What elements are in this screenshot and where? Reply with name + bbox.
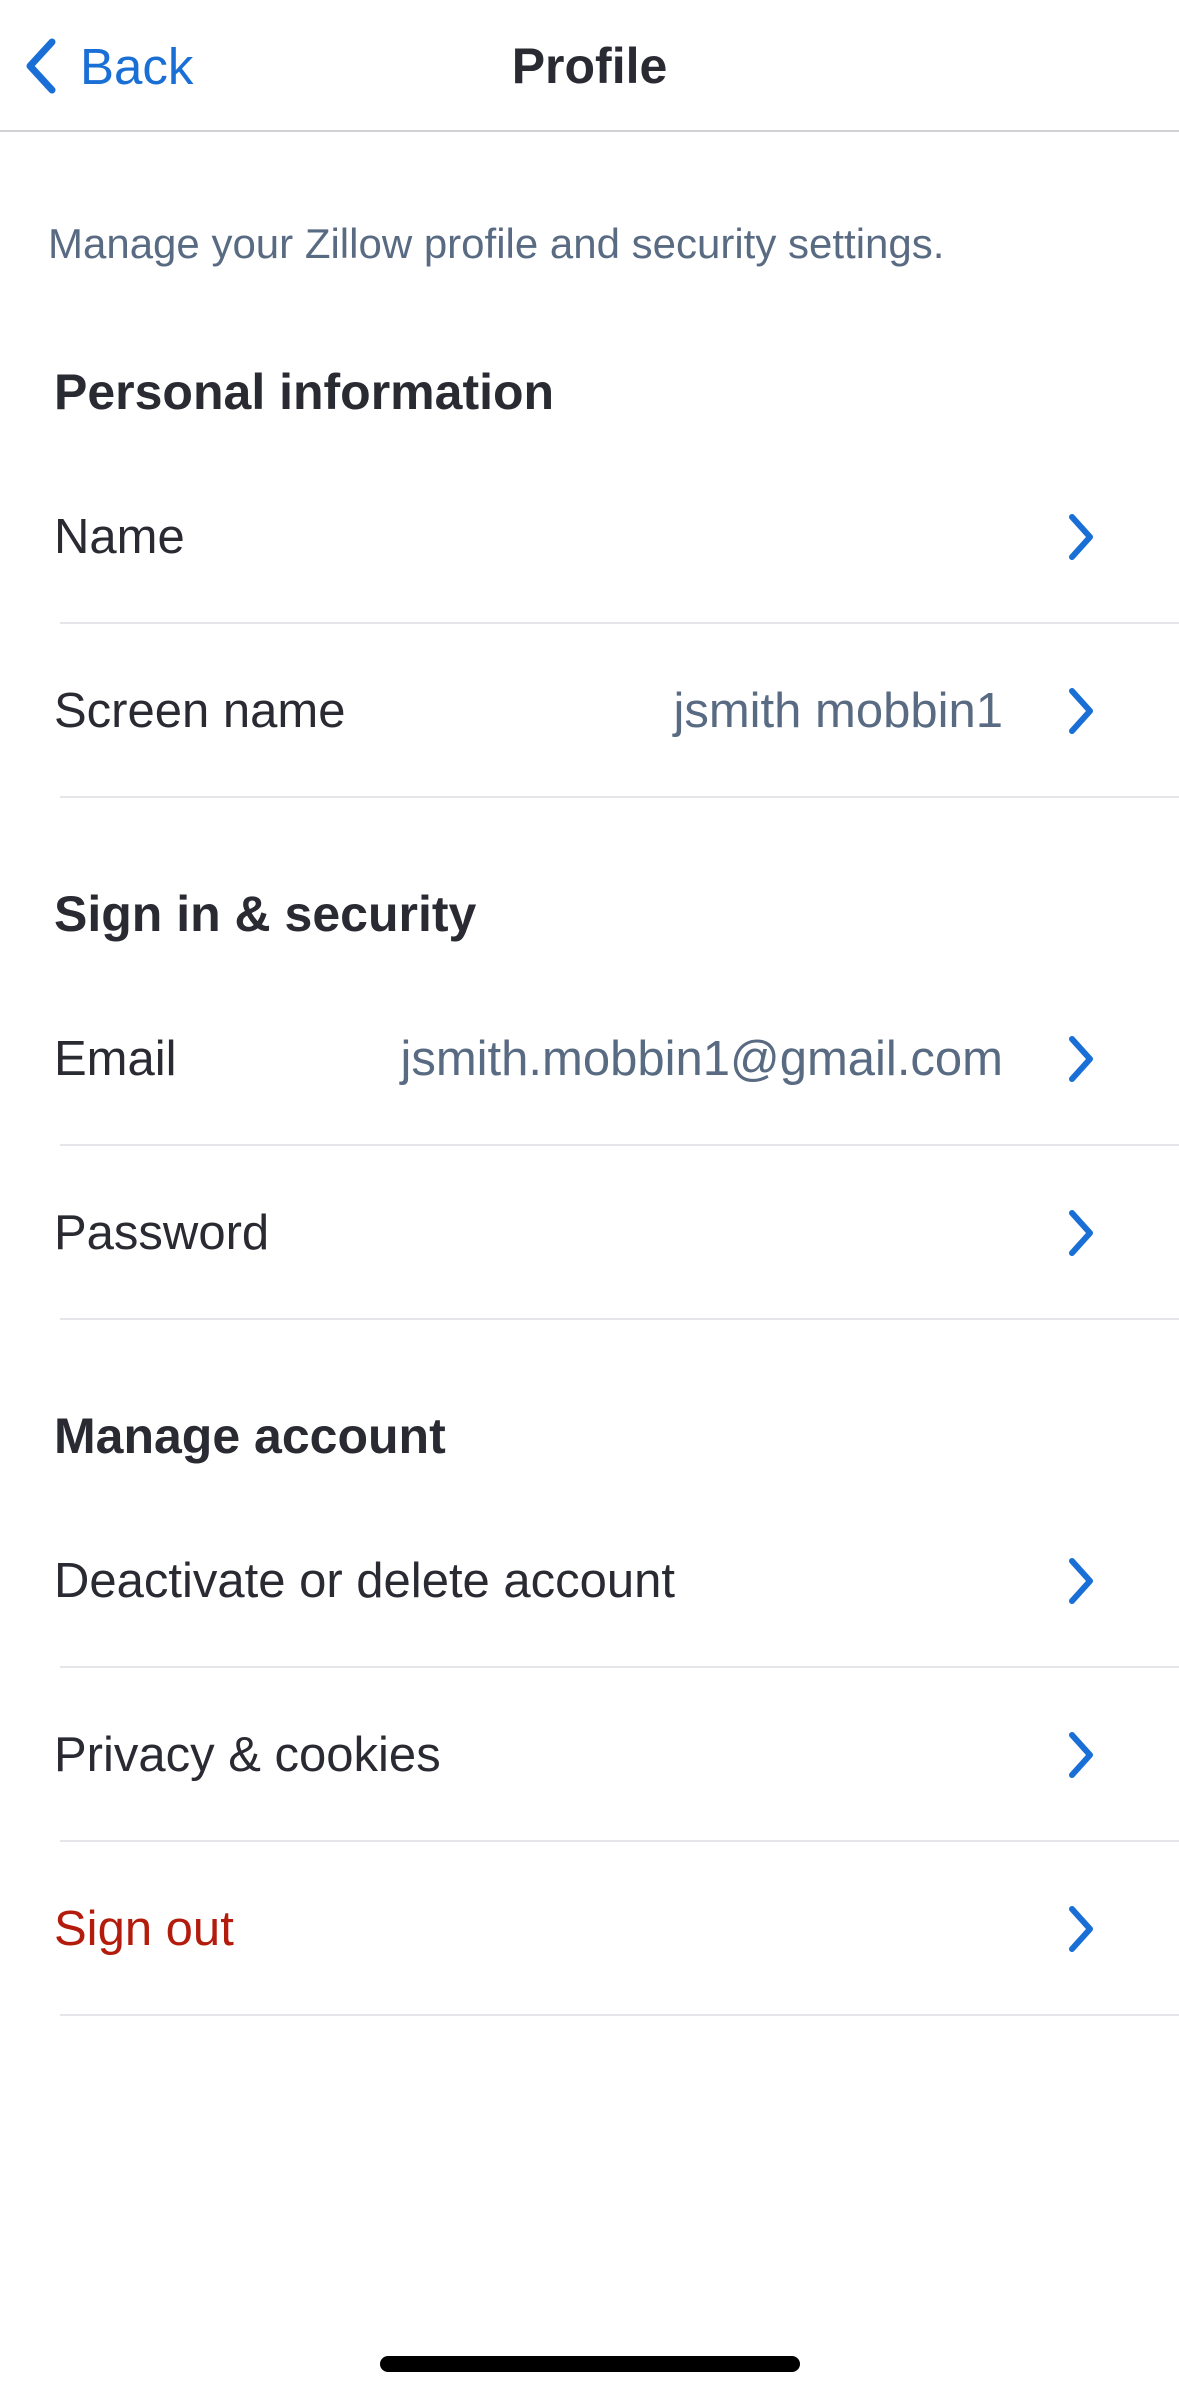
sign-out-label: Sign out [54,1902,234,1956]
password-label: Password [54,1206,270,1260]
deactivate-account-label: Deactivate or delete account [54,1554,676,1608]
chevron-left-icon [24,37,58,95]
chevron-right-icon [1066,1494,1096,1668]
chevron-right-icon [1066,1668,1096,1842]
intro-text: Manage your Zillow profile and security … [48,220,945,267]
name-row[interactable]: Name [0,450,1179,624]
row-divider [60,1318,1179,1320]
privacy-cookies-row[interactable]: Privacy & cookies [0,1668,1179,1842]
deactivate-account-row[interactable]: Deactivate or delete account [0,1494,1179,1668]
back-button[interactable]: Back [24,0,193,132]
chevron-right-icon [1066,624,1096,798]
row-divider [60,796,1179,798]
row-divider [60,2014,1179,2016]
chevron-right-icon [1066,450,1096,624]
screen-name-row[interactable]: Screen name jsmith mobbin1 [0,624,1179,798]
screen-name-label: Screen name [54,684,346,738]
screen-name-value: jsmith mobbin1 [673,684,1003,738]
chevron-right-icon [1066,1842,1096,2016]
email-label: Email [54,1032,177,1086]
chevron-right-icon [1066,1146,1096,1320]
chevron-right-icon [1066,972,1096,1146]
email-value: jsmith.mobbin1@gmail.com [400,1032,1003,1086]
section-heading-manage: Manage account [54,1408,446,1464]
privacy-cookies-label: Privacy & cookies [54,1728,441,1782]
back-label: Back [80,37,194,95]
home-indicator [380,2356,800,2372]
section-heading-personal: Personal information [54,364,555,420]
sign-out-row[interactable]: Sign out [0,1842,1179,2016]
name-label: Name [54,510,185,564]
password-row[interactable]: Password [0,1146,1179,1320]
nav-bar: Back Profile [0,0,1179,132]
email-row[interactable]: Email jsmith.mobbin1@gmail.com [0,972,1179,1146]
section-heading-security: Sign in & security [54,886,477,942]
